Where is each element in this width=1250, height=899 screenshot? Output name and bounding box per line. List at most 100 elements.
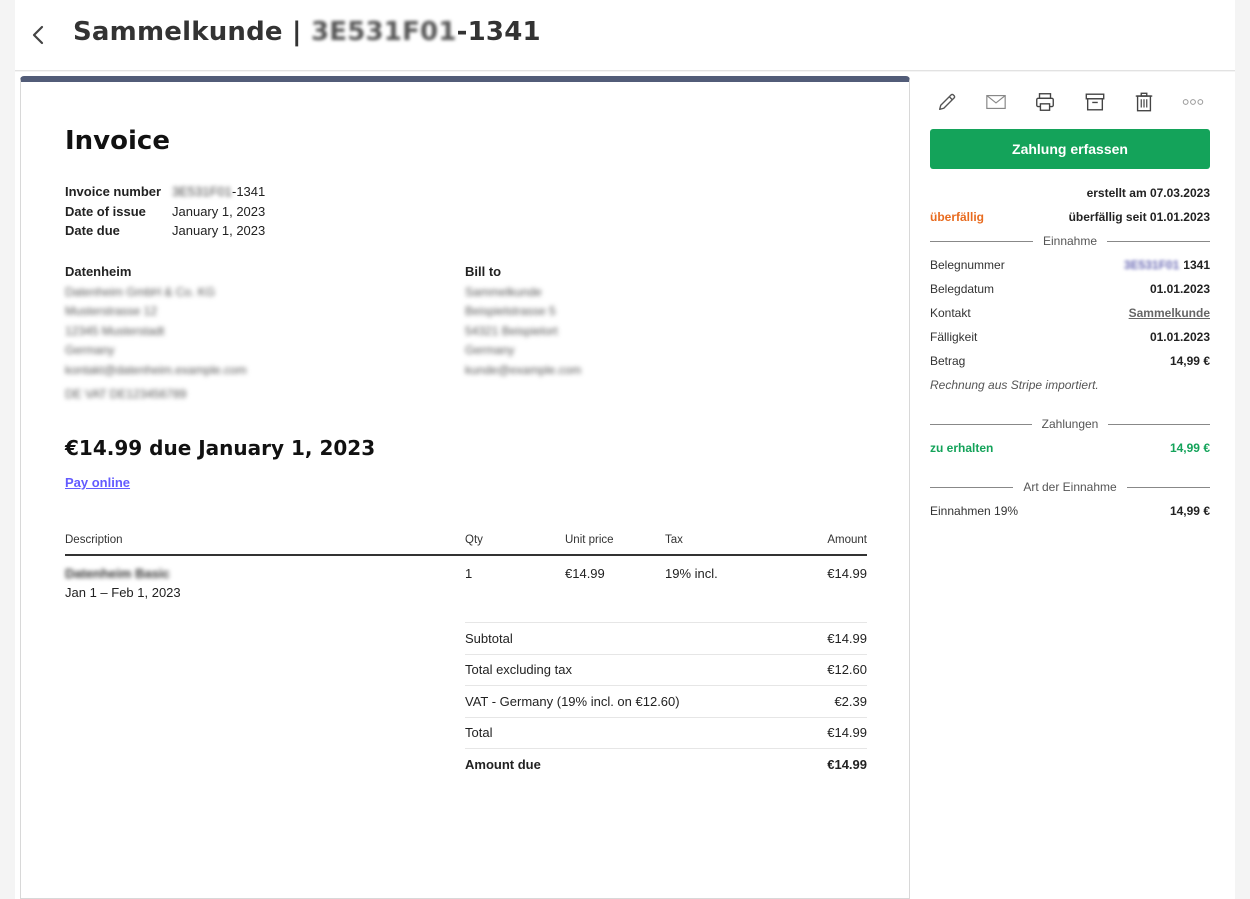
meta-value: January 1, 2023 [172,203,266,219]
email-button[interactable] [983,89,1009,115]
to-receive-label: zu erhalten [930,441,994,455]
status-row: überfällig überfällig seit 01.01.2023 [930,205,1210,229]
item-unit-price: €14.99 [565,566,605,581]
detail-label: Betrag [930,354,966,368]
income-type-value: 14,99 € [1169,504,1210,518]
edit-button[interactable] [934,89,960,115]
detail-row-document-number: Belegnummer 3E531F01 1341 [930,253,1210,277]
detail-label: Fälligkeit [930,330,978,344]
meta-value: January 1, 2023 [172,223,266,238]
address-line: 12345 Musterstadt [65,323,165,338]
column-header-description: Description [65,534,123,546]
chevron-left-icon [32,25,44,45]
import-note: Rechnung aus Stripe importiert. [930,378,1099,392]
title-id-redacted: 3E531F01 [310,17,457,47]
item-tax: 19% incl. [665,566,718,581]
detail-row-due-date: Fälligkeit 01.01.2023 [930,325,1210,349]
details-sidebar: Zahlung erfassen erstellt am 07.03.2023 … [930,80,1210,523]
income-type-row: Einnahmen 19% 14,99 € [930,499,1210,523]
detail-value: 3E531F01 1341 [1124,258,1210,272]
meta-row-date-due: Date due January 1, 2023 [65,221,265,241]
action-toolbar [930,80,1210,124]
status-badge: überfällig [930,210,985,224]
detail-label: Belegnummer [930,258,1005,272]
meta-row-invoice-number: Invoice number 3E531F01-1341 [65,182,265,202]
address-line: 54321 Beispielort [465,323,558,338]
mail-icon [986,94,1006,110]
meta-label: Date due [65,223,120,238]
amount-due-headline: €14.99 due January 1, 2023 [65,436,376,460]
title-suffix: -1341 [456,17,541,47]
total-value: €14.99 [827,725,867,741]
pay-online-link[interactable]: Pay online [65,475,130,490]
total-value: €14.99 [827,630,867,646]
meta-label: Invoice number [65,184,162,199]
record-payment-button[interactable]: Zahlung erfassen [930,129,1210,169]
section-divider-payments: Zahlungen [930,412,1210,436]
address-line: Sammelkunde [465,284,542,299]
item-period: Jan 1 – Feb 1, 2023 [65,585,181,600]
totals-table: Subtotal €14.99 Total excluding tax €12.… [465,622,867,780]
total-label: Amount due [465,756,541,772]
item-description: Datenheim Basic [65,566,170,581]
detail-label: Belegdatum [930,282,995,296]
detail-value: 01.01.2023 [1149,282,1210,296]
detail-value: 01.01.2023 [1149,330,1210,344]
status-since: überfällig seit 01.01.2023 [1068,210,1210,224]
total-value: €12.60 [827,662,867,678]
print-button[interactable] [1032,89,1058,115]
seller-address: Datenheim Datenheim GmbH & Co. KG Muster… [65,262,247,405]
created-date: erstellt am 07.03.2023 [930,181,1210,205]
detail-row-contact: Kontakt Sammelkunde [930,301,1210,325]
title-prefix: Sammelkunde | [73,17,311,47]
more-button[interactable] [1180,89,1206,115]
detail-value-suffix: 1341 [1183,258,1210,272]
item-qty: 1 [465,566,473,581]
address-line: Germany [65,343,115,357]
trash-icon [1135,92,1152,112]
total-row-vat: VAT - Germany (19% incl. on €12.60) €2.3… [465,685,867,717]
column-header-amount: Amount [827,534,867,546]
address-line: Musterstrasse 12 [65,304,158,318]
column-header-qty: Qty [465,534,483,546]
section-divider-income-type: Art der Einnahme [930,475,1210,499]
item-amount: €14.99 [827,566,867,581]
page-header: Sammelkunde | 3E531F01-1341 [15,0,1235,71]
contact-link[interactable]: Sammelkunde [1129,306,1210,320]
address-line: DE VAT DE123456789 [65,387,187,401]
delete-button[interactable] [1131,89,1157,115]
income-type-label: Einnahmen 19% [930,504,1019,518]
invoice-meta: Invoice number 3E531F01-1341 Date of iss… [65,182,265,241]
payment-row-to-receive: zu erhalten 14,99 € [930,436,1210,460]
total-row-subtotal: Subtotal €14.99 [465,622,867,654]
back-button[interactable] [23,20,53,50]
column-header-unit-price: Unit price [565,534,614,546]
address-line: Beispielstrasse 5 [465,304,556,318]
section-title: Zahlungen [1041,417,1099,431]
table-row: Datenheim Basic Jan 1 – Feb 1, 2023 1 €1… [65,556,867,626]
redacted-value: 3E531F01 [172,184,232,199]
more-icon [1182,99,1204,105]
meta-label: Date of issue [65,203,146,219]
table-header: Description Qty Unit price Tax Amount [65,532,867,556]
to-receive-value: 14,99 € [1169,441,1210,455]
total-label: Total excluding tax [465,662,572,678]
archive-button[interactable] [1082,89,1108,115]
total-row-excl-tax: Total excluding tax €12.60 [465,653,867,686]
redacted-value: 3E531F01 [1123,258,1180,272]
address-line: kunde@example.com [465,362,582,377]
archive-icon [1085,93,1104,111]
total-row-total: Total €14.99 [465,716,867,749]
section-title: Art der Einnahme [1023,480,1117,494]
total-value: €2.39 [834,693,867,709]
section-divider-income: Einnahme [930,229,1210,253]
address-line: Germany [465,343,515,357]
section-title: Einnahme [1042,234,1098,248]
meta-row-date-issue: Date of issue January 1, 2023 [65,202,265,222]
invoice-title: Invoice [65,126,170,156]
meta-value-suffix: -1341 [232,184,266,199]
address-line: kontakt@datenheim.example.com [65,362,247,377]
detail-row-document-date: Belegdatum 01.01.2023 [930,277,1210,301]
total-label: Subtotal [465,630,513,646]
total-value: €14.99 [827,756,867,772]
